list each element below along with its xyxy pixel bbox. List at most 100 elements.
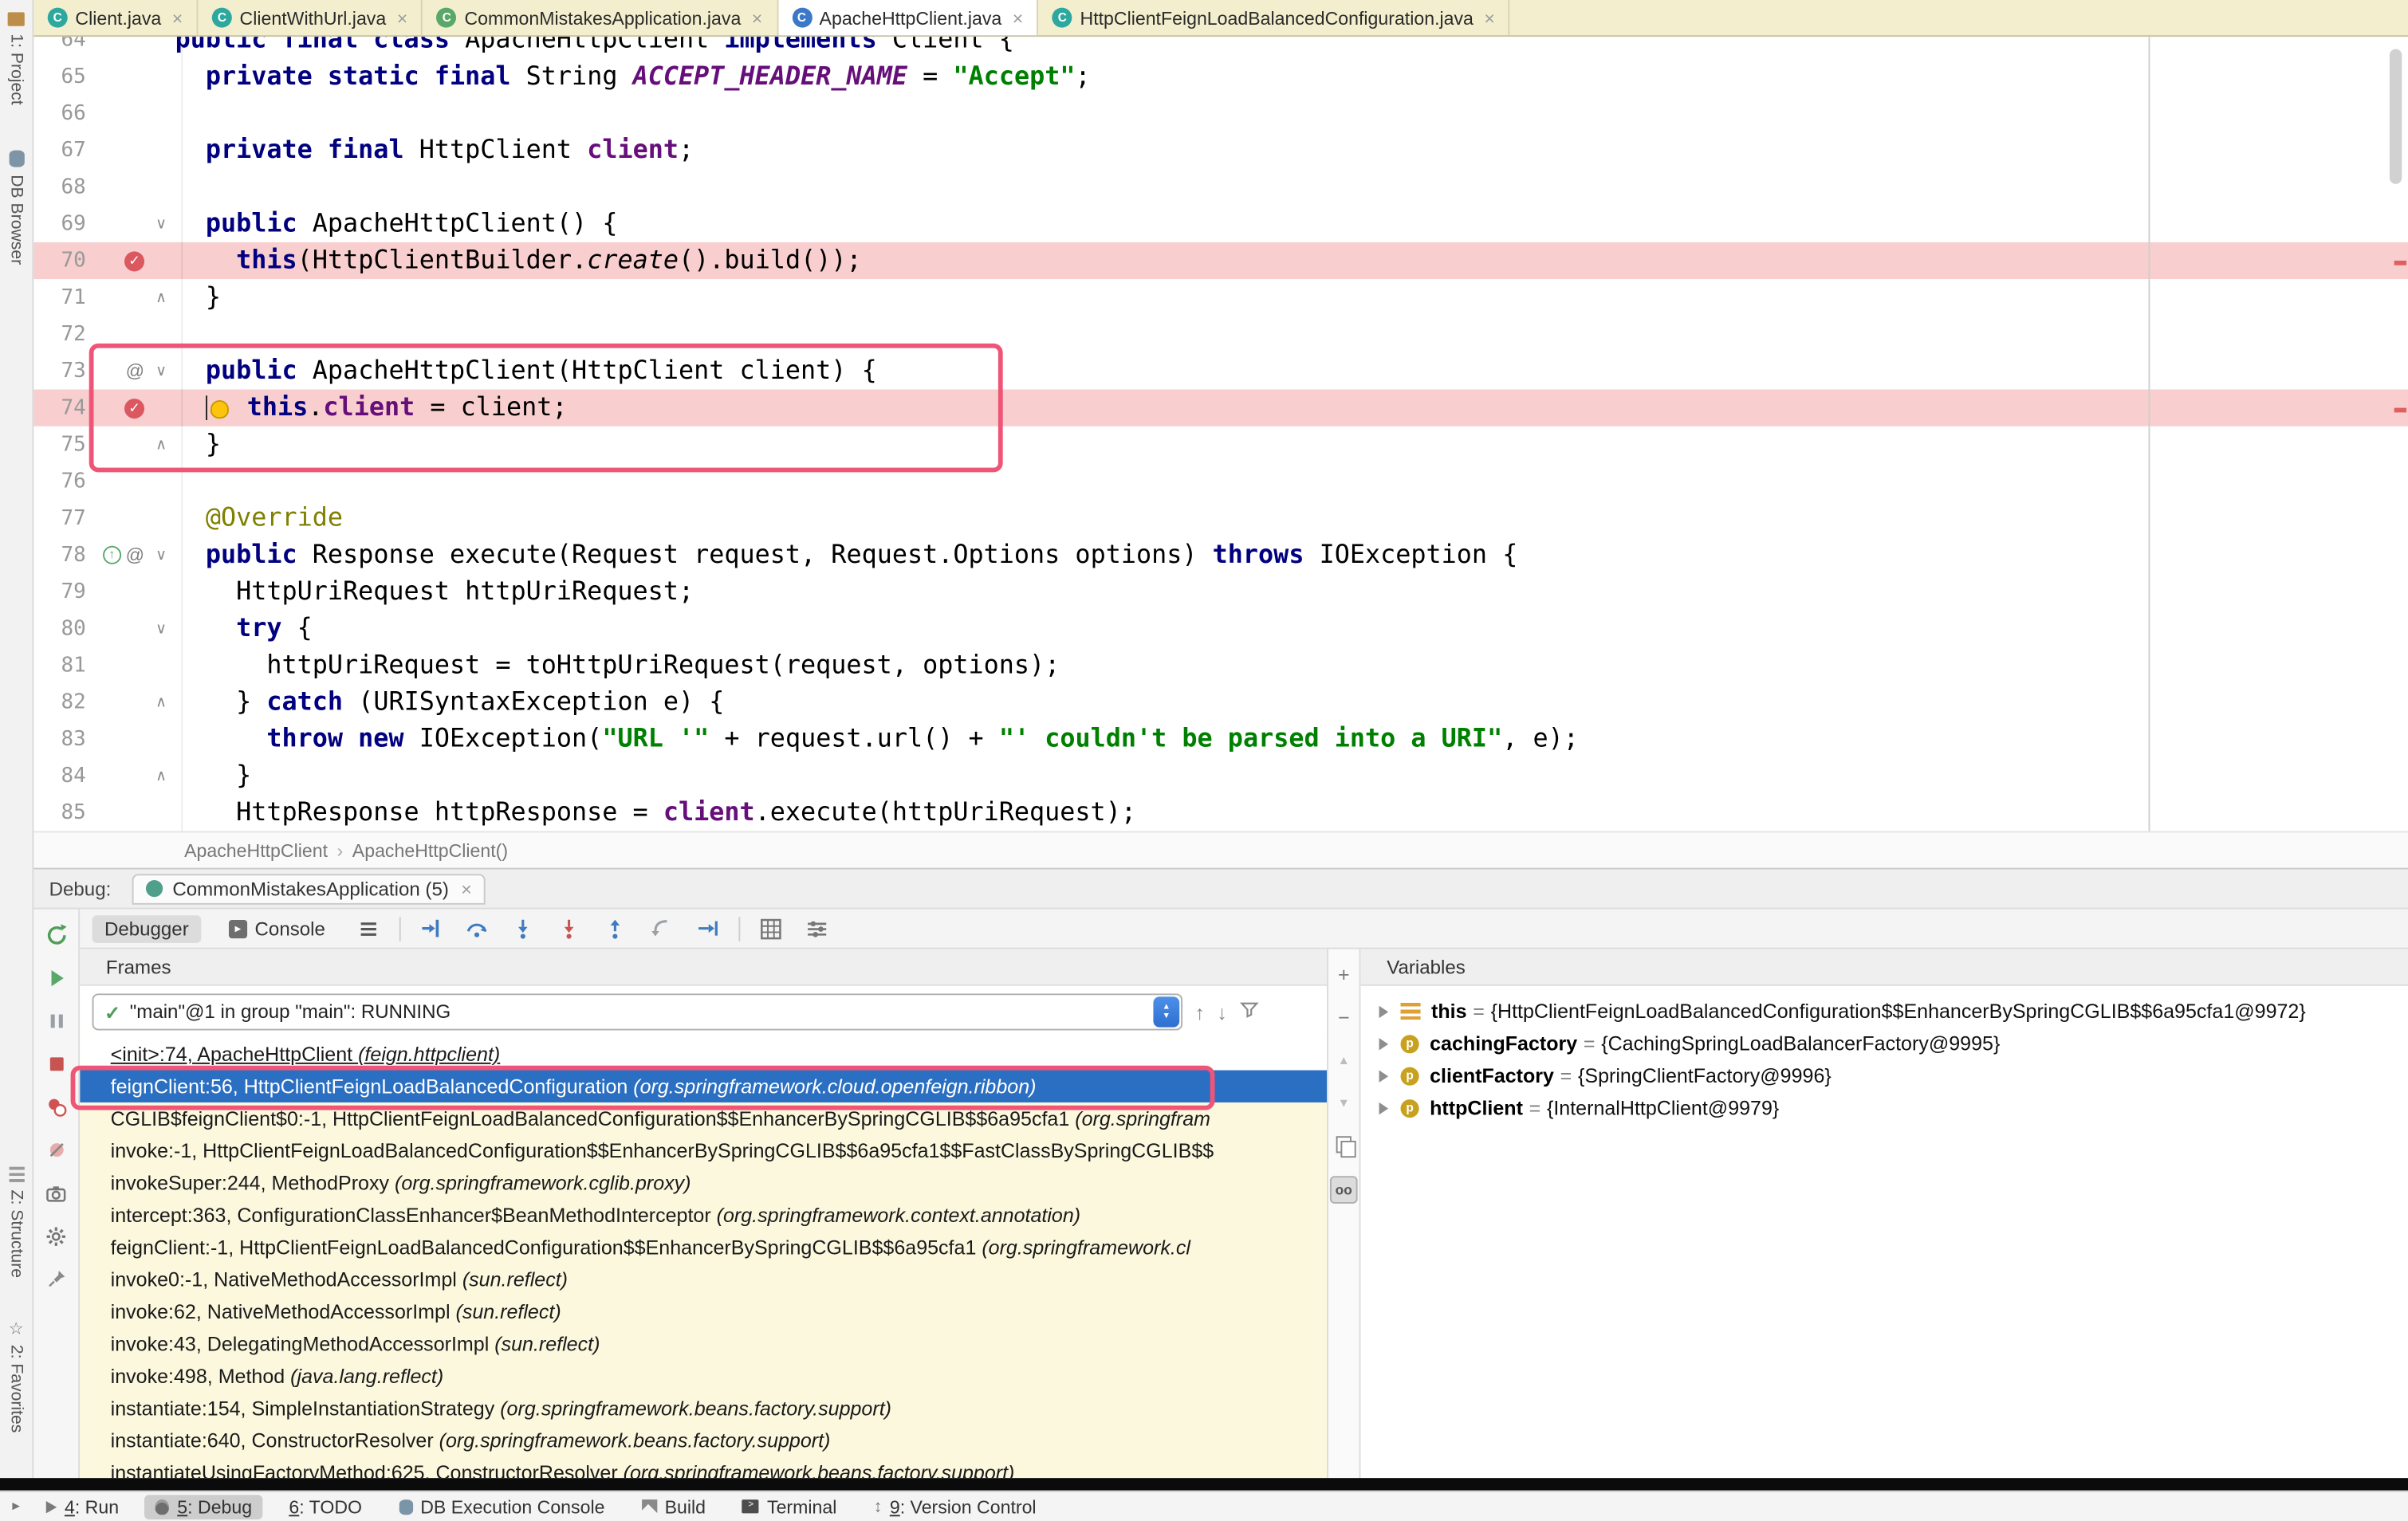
tab-close-icon[interactable]: [461, 878, 472, 899]
fold-marker-icon[interactable]: ∨: [148, 215, 175, 232]
line-number[interactable]: 79: [33, 580, 85, 604]
drop-frame-icon[interactable]: [646, 913, 677, 943]
expand-chevron-icon[interactable]: [1379, 1102, 1389, 1114]
rerun-icon[interactable]: [42, 922, 70, 949]
line-number[interactable]: 64: [33, 37, 85, 52]
line-number[interactable]: 66: [33, 101, 85, 126]
frame-row[interactable]: instantiate:640, ConstructorResolver (or…: [80, 1425, 1327, 1456]
code-line[interactable]: 82∧ } catch (URISyntaxException e) {: [33, 684, 2408, 721]
stripe-item-1-project[interactable]: 1: Project: [7, 12, 26, 104]
frame-row[interactable]: feignClient:56, HttpClientFeignLoadBalan…: [80, 1071, 1327, 1102]
error-stripe-breakpoint-mark[interactable]: [2394, 408, 2406, 413]
frame-row[interactable]: intercept:363, ConfigurationClassEnhance…: [80, 1199, 1327, 1231]
frame-row[interactable]: <init>:74, ApacheHttpClient (feign.httpc…: [80, 1038, 1327, 1070]
line-number[interactable]: 76: [33, 470, 85, 494]
statusbar-item-9-version-control[interactable]: 9: Version Control: [863, 1494, 1047, 1519]
line-number[interactable]: 81: [33, 653, 85, 678]
expand-chevron-icon[interactable]: [1379, 1070, 1389, 1082]
line-number[interactable]: 67: [33, 138, 85, 163]
previous-frame-icon[interactable]: ↑: [1194, 1000, 1205, 1024]
statusbar-item-4-run[interactable]: 4: Run: [35, 1494, 129, 1519]
resume-icon[interactable]: [42, 965, 70, 992]
code-line[interactable]: 85 HttpResponse httpResponse = client.ex…: [33, 794, 2408, 831]
line-number[interactable]: 73: [33, 359, 85, 383]
line-number[interactable]: 72: [33, 322, 85, 347]
code-line[interactable]: 79 HttpUriRequest httpUriRequest;: [33, 573, 2408, 610]
code-line[interactable]: 72: [33, 316, 2408, 352]
editor-tab-httpclientfeignloadbalancedconfiguration-java[interactable]: CHttpClientFeignLoadBalancedConfiguratio…: [1039, 0, 1511, 35]
frame-row[interactable]: invoke:498, Method (java.lang.reflect): [80, 1360, 1327, 1392]
line-number[interactable]: 85: [33, 800, 85, 825]
stripe-item-2-favorites[interactable]: ☆2: Favorites: [7, 1321, 26, 1432]
code-line[interactable]: 65 private static final String ACCEPT_HE…: [33, 58, 2408, 95]
tab-close-icon[interactable]: [172, 7, 183, 29]
fold-marker-icon[interactable]: ∧: [148, 289, 175, 306]
mute-breakpoints-icon[interactable]: [42, 1136, 70, 1164]
intention-bulb-icon[interactable]: [211, 400, 229, 419]
variable-row-httpclient[interactable]: phttpClient={InternalHttpClient@9979}: [1360, 1091, 2408, 1123]
step-out-icon[interactable]: [600, 913, 632, 943]
breakpoint-icon[interactable]: ✓: [124, 250, 144, 270]
code-line[interactable]: 66: [33, 95, 2408, 132]
statusbar-item-5-debug[interactable]: 5: Debug: [145, 1494, 263, 1519]
line-number[interactable]: 82: [33, 690, 85, 715]
fold-marker-icon[interactable]: ∧: [148, 436, 175, 453]
remove-watch-icon[interactable]: [1332, 1004, 1356, 1029]
step-into-icon[interactable]: [508, 913, 539, 943]
tab-console[interactable]: Console: [216, 914, 337, 942]
fold-marker-icon[interactable]: ∧: [148, 694, 175, 710]
fold-marker-icon[interactable]: ∨: [148, 363, 175, 379]
statusbar-item-6-todo[interactable]: 6: TODO: [278, 1494, 373, 1519]
variable-row-this[interactable]: this={HttpClientFeignLoadBalancedConfigu…: [1360, 995, 2408, 1027]
code-line[interactable]: 74✓ this.client = client;: [33, 390, 2408, 426]
line-number[interactable]: 69: [33, 211, 85, 236]
add-watch-icon[interactable]: [1332, 961, 1356, 986]
frame-row[interactable]: CGLIB$feignClient$0:-1, HttpClientFeignL…: [80, 1102, 1327, 1134]
line-number[interactable]: 74: [33, 395, 85, 420]
editor-tab-client-java[interactable]: CClient.java: [33, 0, 198, 35]
tab-close-icon[interactable]: [397, 7, 408, 29]
statusbar-item-db-execution-console[interactable]: DB Execution Console: [388, 1494, 616, 1519]
line-number[interactable]: 65: [33, 65, 85, 89]
line-number[interactable]: 71: [33, 285, 85, 310]
editor-tab-clientwithurl-java[interactable]: CClientWithUrl.java: [199, 0, 423, 35]
code-line[interactable]: 83 throw new IOException("URL '" + reque…: [33, 721, 2408, 757]
tab-debugger[interactable]: Debugger: [92, 914, 202, 942]
code-line[interactable]: 81 httpUriRequest = toHttpUriRequest(req…: [33, 647, 2408, 684]
pause-icon[interactable]: [42, 1008, 70, 1036]
frame-row[interactable]: invoke:-1, HttpClientFeignLoadBalancedCo…: [80, 1134, 1327, 1166]
line-number[interactable]: 83: [33, 727, 85, 752]
tab-close-icon[interactable]: [752, 7, 763, 29]
breadcrumb-item-method[interactable]: ApacheHttpClient(): [352, 839, 508, 861]
layout-settings-icon[interactable]: [801, 913, 832, 943]
statusbar-item-build[interactable]: Build: [631, 1494, 716, 1519]
filter-frames-icon[interactable]: [1239, 1000, 1259, 1024]
frame-row[interactable]: invokeSuper:244, MethodProxy (org.spring…: [80, 1167, 1327, 1199]
debug-session-tab[interactable]: CommonMistakesApplication (5): [132, 873, 486, 903]
implementing-method-icon[interactable]: ↑: [103, 546, 121, 564]
code-line[interactable]: 77 @Override: [33, 500, 2408, 536]
fold-marker-icon[interactable]: ∨: [148, 547, 175, 564]
thread-selector-stepper[interactable]: ▲▼: [1153, 996, 1179, 1027]
frame-row[interactable]: feignClient:-1, HttpClientFeignLoadBalan…: [80, 1231, 1327, 1263]
frame-row[interactable]: instantiateUsingFactoryMethod:625, Const…: [80, 1456, 1327, 1478]
show-watches-icon[interactable]: [1330, 1176, 1358, 1204]
frame-row[interactable]: invoke:62, NativeMethodAccessorImpl (sun…: [80, 1295, 1327, 1327]
code-line[interactable]: 69∨ public ApacheHttpClient() {: [33, 206, 2408, 242]
stop-icon[interactable]: [42, 1051, 70, 1079]
code-line[interactable]: 68: [33, 169, 2408, 206]
expand-chevron-icon[interactable]: [1379, 1037, 1389, 1049]
stripe-item-db-browser[interactable]: DB Browser: [7, 151, 26, 265]
code-line[interactable]: 76: [33, 463, 2408, 500]
code-line[interactable]: 80∨ try {: [33, 611, 2408, 647]
editor-scrollbar-thumb[interactable]: [2390, 49, 2402, 184]
view-breakpoints-icon[interactable]: [42, 1093, 70, 1121]
breakpoint-icon[interactable]: ✓: [124, 398, 144, 418]
breadcrumb-item-class[interactable]: ApacheHttpClient: [184, 839, 328, 861]
frame-row[interactable]: invoke0:-1, NativeMethodAccessorImpl (su…: [80, 1264, 1327, 1295]
line-number[interactable]: 78: [33, 543, 85, 568]
variable-row-cachingfactory[interactable]: pcachingFactory={CachingSpringLoadBalanc…: [1360, 1028, 2408, 1059]
step-over-icon[interactable]: [462, 913, 493, 943]
frame-row[interactable]: instantiate:154, SimpleInstantiationStra…: [80, 1392, 1327, 1424]
thread-selector[interactable]: "main"@1 in group "main": RUNNING ▲▼: [92, 993, 1182, 1030]
